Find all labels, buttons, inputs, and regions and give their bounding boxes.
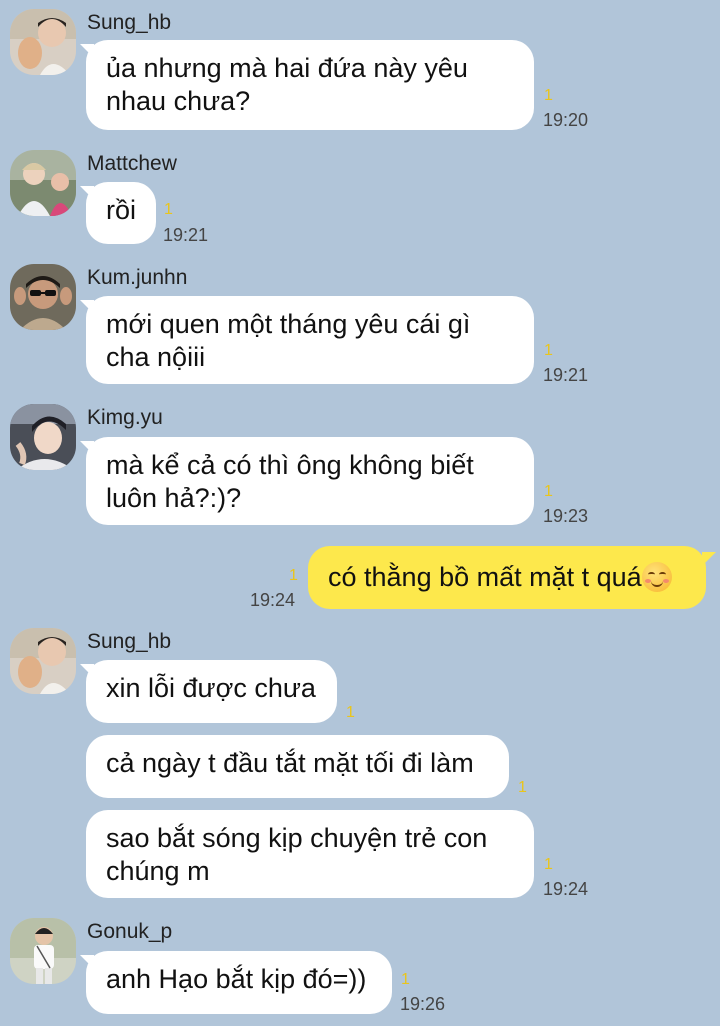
message-line: luôn hả?:)? [106, 483, 242, 513]
message-bubble[interactable]: xin lỗi được chưa [86, 660, 337, 723]
unread-count: 1 [346, 704, 355, 721]
message-line: anh Hạo bắt kịp đó=)) [106, 964, 367, 994]
message-line: sao bắt sóng kịp chuyện trẻ con [106, 823, 488, 853]
message-bubble[interactable]: mới quen một tháng yêu cái gì cha nộiii [86, 296, 534, 384]
unread-count: 1 [401, 971, 410, 988]
message-time: 19:21 [543, 365, 589, 385]
avatar-sung-hb[interactable] [10, 628, 76, 694]
sender-name: Sung_hb [87, 11, 172, 34]
avatar-kimg-yu[interactable] [10, 404, 76, 470]
message-line: có thằng bồ mất mặt t quá [328, 562, 642, 592]
sender-name: Gonuk_p [87, 920, 173, 943]
unread-count: 1 [544, 856, 553, 873]
message-line: nhau chưa? [106, 86, 251, 116]
message-bubble[interactable]: mà kể cả có thì ông không biết luôn hả?:… [86, 437, 534, 525]
message-line: mà kể cả có thì ông không biết [106, 450, 474, 480]
bubble-tail [702, 552, 716, 566]
smiling-blush-emoji-icon [641, 562, 672, 592]
message-bubble[interactable]: rồi [86, 182, 156, 244]
sender-name: Kum.junhn [87, 266, 188, 289]
message-time: 19:23 [543, 506, 589, 526]
avatar-sung-hb[interactable] [10, 9, 76, 75]
message-line: ủa nhưng mà hai đứa này yêu [106, 53, 468, 83]
message-bubble[interactable]: cả ngày t đầu tắt mặt tối đi làm [86, 735, 509, 798]
message-line: rồi [106, 195, 137, 225]
unread-count: 1 [544, 342, 553, 359]
unread-count: 1 [518, 779, 527, 796]
message-bubble[interactable]: anh Hạo bắt kịp đó=)) [86, 951, 392, 1014]
unread-count: 1 [544, 87, 553, 104]
avatar-kum-junhn[interactable] [10, 264, 76, 330]
my-message-bubble[interactable]: có thằng bồ mất mặt t quá [308, 546, 706, 609]
sender-name: Kimg.yu [87, 406, 163, 429]
message-line: cha nộiii [106, 342, 206, 372]
avatar-gonuk-p[interactable] [10, 918, 76, 984]
message-line: chúng m [106, 856, 210, 886]
message-time: 19:24 [250, 590, 296, 610]
avatar-mattchew[interactable] [10, 150, 76, 216]
message-line: cả ngày t đầu tắt mặt tối đi làm [106, 748, 474, 778]
message-time: 19:21 [163, 225, 209, 245]
message-bubble[interactable]: ủa nhưng mà hai đứa này yêu nhau chưa? [86, 40, 534, 130]
unread-count: 1 [164, 201, 173, 218]
message-time: 19:20 [543, 110, 589, 130]
message-time: 19:26 [400, 994, 446, 1014]
message-line: mới quen một tháng yêu cái gì [106, 309, 471, 339]
unread-count: 1 [544, 483, 553, 500]
unread-count: 1 [289, 567, 298, 584]
sender-name: Mattchew [87, 152, 177, 175]
sender-name: Sung_hb [87, 630, 172, 653]
message-bubble[interactable]: sao bắt sóng kịp chuyện trẻ con chúng m [86, 810, 534, 898]
message-time: 19:24 [543, 879, 589, 899]
message-line: xin lỗi được chưa [106, 673, 316, 703]
